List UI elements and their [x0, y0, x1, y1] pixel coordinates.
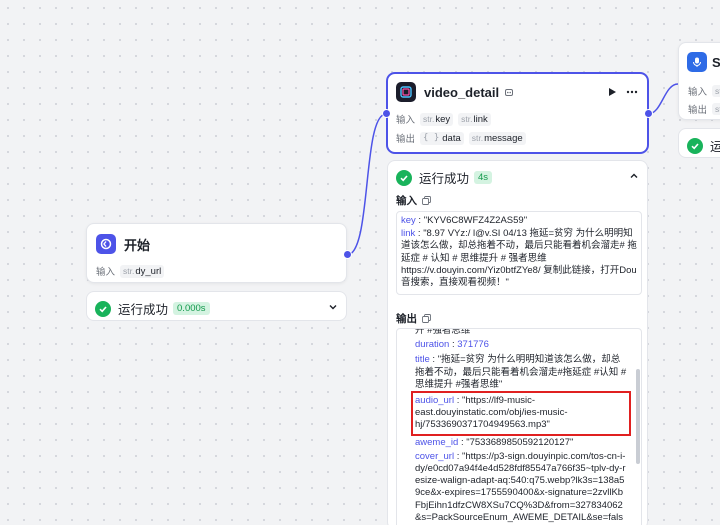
input-tag-link: str. link [458, 112, 491, 126]
next-input-label: 输入 [688, 87, 708, 98]
input-section-title: 输入 [396, 195, 417, 207]
input-field-key: key : "KYV6C8WFZ4Z2AS59" [401, 215, 528, 226]
chevron-down-icon[interactable] [328, 302, 338, 312]
next-node-title: Sp [712, 54, 720, 70]
run-play-icon[interactable] [607, 87, 617, 97]
chevron-up-icon[interactable] [629, 171, 639, 181]
start-icon [96, 234, 116, 254]
start-node-title: 开始 [124, 237, 151, 253]
more-options-icon[interactable] [626, 90, 638, 94]
video-detail-plugin-icon [396, 82, 416, 102]
result-duration-badge: 4s [474, 171, 493, 184]
start-duration-badge: 0.000s [173, 302, 210, 315]
output-section-title: 输出 [396, 313, 417, 325]
next-status-card[interactable]: 运 [678, 128, 720, 158]
output-top-fragment: 升 #强者思维" [415, 328, 474, 336]
output-tag-data: { } data [420, 131, 464, 145]
start-status-text: 运行成功 [118, 303, 169, 317]
start-status-card[interactable]: 运行成功 0.000s [86, 291, 347, 321]
output-field-aweme-id: aweme_id : "7533689850592120127" [415, 436, 574, 448]
video-detail-output-port[interactable] [644, 109, 653, 118]
output-field-audio-url: audio_url : "https://lf9-music-east.douy… [411, 391, 631, 436]
output-field-duration: duration : 371776 [415, 339, 489, 351]
success-check-icon [687, 137, 703, 154]
video-detail-node[interactable]: video_detail 输入 str. key str. link 输出 { } d… [387, 73, 648, 153]
output-field-cover-url: cover_url : "https://p3-sign.douyinpic.c… [415, 450, 626, 525]
output-scrollbar[interactable] [636, 369, 640, 464]
video-detail-input-port[interactable] [382, 109, 391, 118]
output-json-box[interactable]: 升 #强者思维" duration : 371776 title : "拖延=贫… [396, 328, 642, 525]
output-tag-message: str. message [468, 131, 526, 145]
input-field-link: link : "8.97 VYz:/ l@v.SI 04/13 拖延=贫穷 为什… [401, 228, 637, 289]
video-detail-input-label: 输入 [396, 115, 416, 126]
bot-icon [505, 89, 514, 96]
output-field-title: title : "拖延=贫穷 为什么明明知道该怎么做，却总拖着不动，最后只能看着… [415, 354, 627, 390]
start-output-port[interactable] [343, 250, 352, 259]
next-input-tag: st [712, 85, 720, 97]
result-status-text: 运行成功 [419, 172, 470, 186]
start-input-label: 输入 [96, 267, 116, 278]
next-output-tag: st [712, 103, 720, 115]
next-node-icon [687, 52, 707, 72]
result-panel[interactable]: 运行成功 4s 输入 key : "KYV6C8WFZ4Z2AS59" link… [387, 160, 648, 525]
input-json-box[interactable]: key : "KYV6C8WFZ4Z2AS59" link : "8.97 VY… [396, 211, 642, 295]
start-node[interactable]: 开始 输入 str. dy_url [86, 223, 347, 283]
success-check-icon [396, 169, 412, 186]
video-detail-output-label: 输出 [396, 134, 416, 145]
next-status-text: 运 [710, 140, 720, 154]
copy-input-icon[interactable] [422, 196, 431, 205]
edge-start-to-video-detail [346, 113, 387, 256]
next-output-label: 输出 [688, 105, 708, 116]
success-check-icon [95, 300, 111, 317]
input-tag-key: str. key [420, 112, 454, 126]
start-param-tag: str. dy_url [120, 264, 165, 278]
copy-output-icon[interactable] [422, 314, 431, 323]
next-node[interactable]: Sp 输入 st 输出 st [678, 42, 720, 120]
edge-video-detail-to-next [647, 83, 679, 115]
video-detail-title: video_detail [424, 84, 500, 100]
